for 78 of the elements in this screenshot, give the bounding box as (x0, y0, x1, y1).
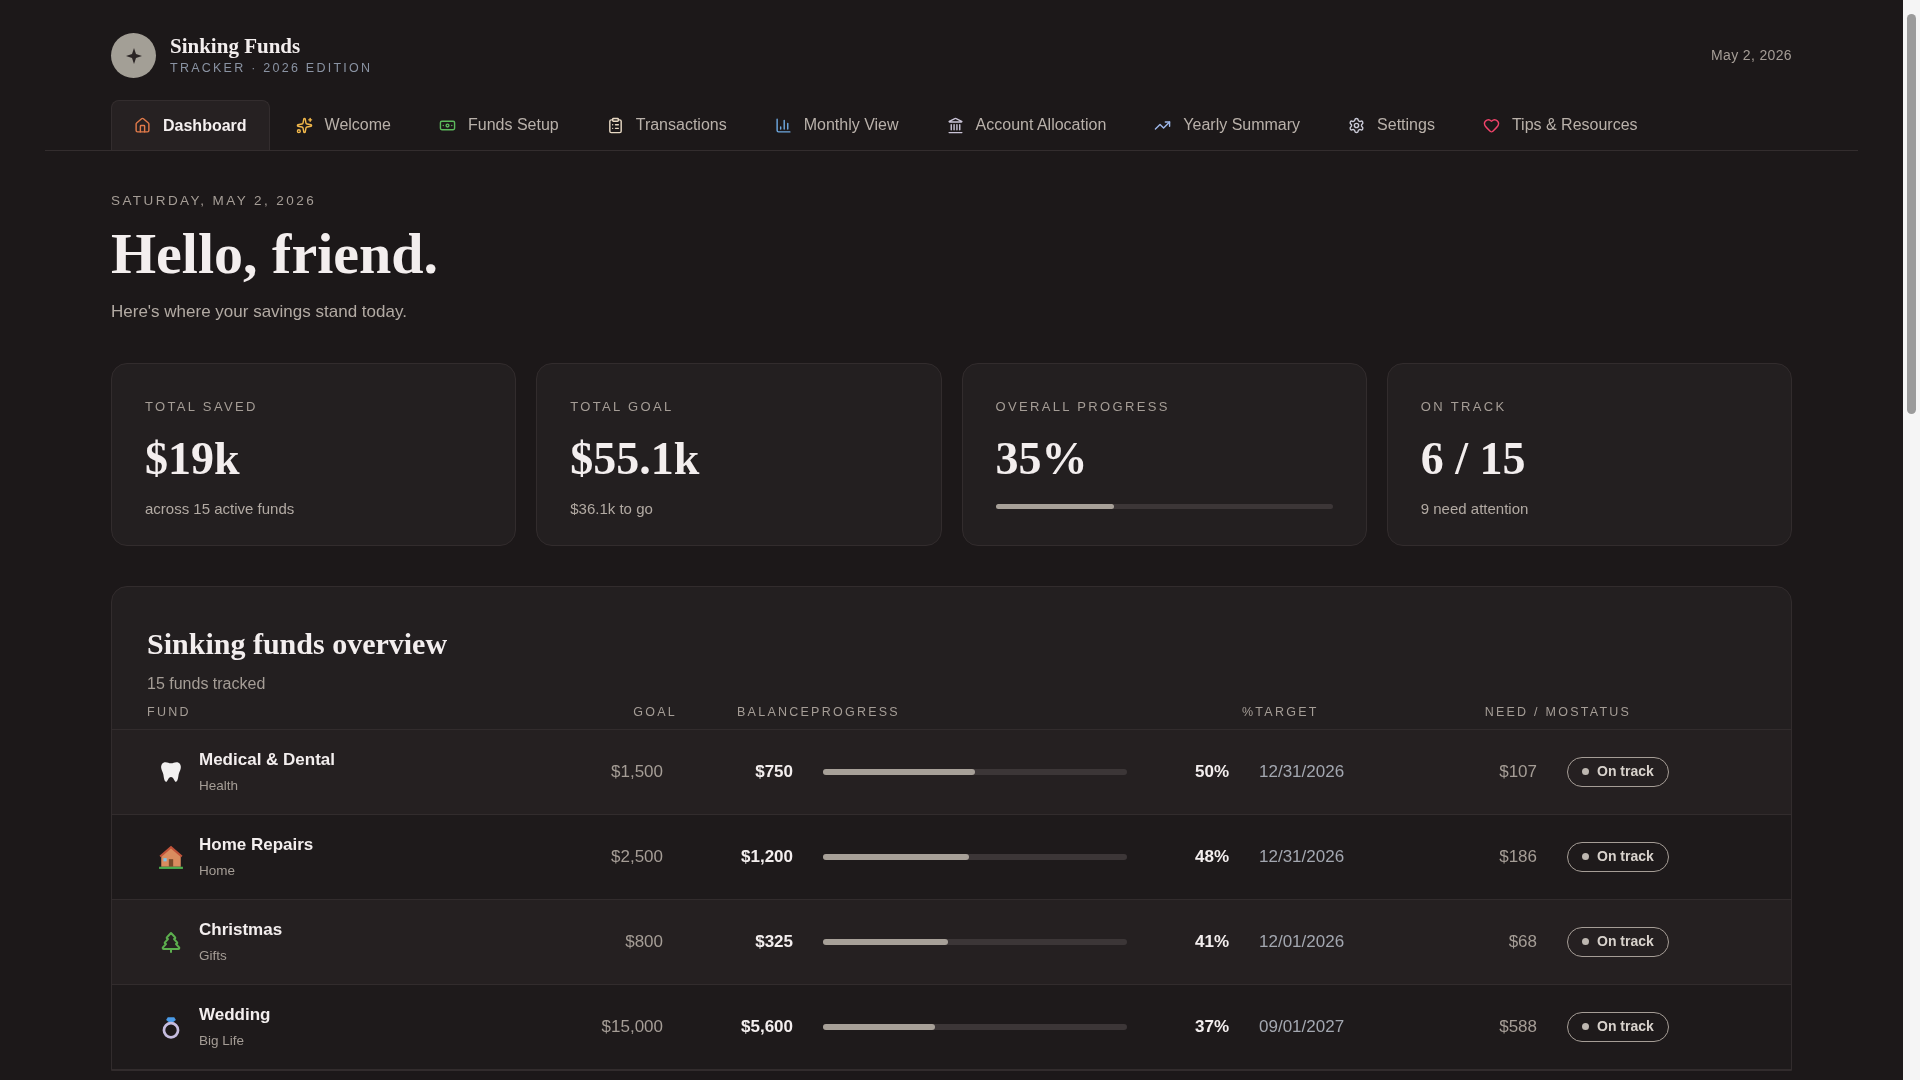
fund-name: Home Repairs (199, 833, 314, 856)
stat-note: across 15 active funds (145, 499, 296, 520)
stat-note: $36.1k to go (570, 499, 654, 520)
fund-name: Wedding (199, 1003, 271, 1026)
scrollbar[interactable] (1903, 0, 1920, 1080)
tree-icon (159, 929, 183, 954)
greeting-heading: Hello, friend. (111, 225, 439, 284)
column-header: GOAL (632, 703, 677, 721)
nav-tab[interactable]: Welcome (273, 100, 413, 150)
fund-category: Gifts (199, 947, 228, 966)
nav-tab[interactable]: Dashboard (111, 100, 270, 150)
scrollbar-thumb[interactable] (1907, 14, 1916, 414)
house-icon (158, 843, 184, 870)
goal-amount: $15,000 (600, 1016, 663, 1038)
nav-tab[interactable]: Tips & Resources (1460, 100, 1660, 150)
stat-value: $55.1k (570, 436, 701, 483)
goal-amount: $1,500 (610, 761, 663, 783)
stat-value: 35% (995, 436, 1089, 483)
column-header: PROGRESS (811, 703, 900, 721)
column-header: BALANCE (737, 703, 812, 721)
balance-amount: $325 (754, 931, 793, 953)
balance-amount: $750 (754, 761, 793, 783)
nav-tab[interactable]: Monthly View (752, 100, 921, 150)
balance-amount: $1,200 (740, 846, 793, 868)
percent-value: 50% (1193, 761, 1229, 783)
stat-label: ON TRACK (1420, 397, 1508, 416)
nav-tab[interactable]: Funds Setup (416, 100, 581, 150)
fund-category: Home (199, 862, 236, 881)
stat-value: $19k (145, 436, 241, 483)
percent-value: 41% (1193, 931, 1229, 953)
app-subtitle: TRACKER · 2026 EDITION (170, 60, 373, 78)
fund-name: Medical & Dental (199, 748, 336, 771)
clipboard-icon (606, 116, 624, 134)
need-amount: $186 (1498, 846, 1537, 868)
app-title: Sinking Funds (170, 33, 302, 60)
column-header: TARGET (1255, 703, 1319, 721)
target-date: 09/01/2027 (1258, 1016, 1346, 1038)
goal-amount: $800 (624, 931, 663, 953)
fund-category: Health (199, 777, 240, 796)
header-date: May 2, 2026 (1711, 46, 1792, 65)
need-amount: $68 (1507, 931, 1537, 953)
percent-value: 48% (1193, 846, 1229, 868)
goal-amount: $2,500 (610, 846, 663, 868)
fund-category: Big Life (199, 1032, 246, 1051)
stat-label: TOTAL SAVED (145, 397, 259, 416)
stat-label: TOTAL GOAL (570, 397, 675, 416)
nav-tab[interactable]: Transactions (584, 100, 749, 150)
target-date: 12/31/2026 (1258, 846, 1346, 868)
column-header: NEED / MO (1484, 703, 1571, 721)
target-date: 12/01/2026 (1258, 931, 1346, 953)
nav-tab[interactable]: Account Allocation (924, 100, 1129, 150)
greeting-subtitle: Here's where your savings stand today. (111, 301, 408, 324)
stat-note: 9 need attention (1420, 499, 1530, 520)
settings-icon (1348, 116, 1366, 134)
fund-row[interactable]: Home Repairs Home $2,500 $1,200 48% 12/31/2026 $186 On track (112, 814, 1791, 900)
heart-icon (1482, 116, 1500, 134)
column-header: STATUS (1570, 703, 1632, 721)
stat-label: OVERALL PROGRESS (995, 397, 1171, 416)
panel-subtitle: 15 funds tracked (147, 673, 267, 694)
need-amount: $588 (1498, 1016, 1537, 1038)
stat-value: 6 / 15 (1420, 436, 1527, 483)
need-amount: $107 (1498, 761, 1537, 783)
sparkles-icon (295, 116, 313, 134)
percent-value: 37% (1193, 1016, 1229, 1038)
target-date: 12/31/2026 (1258, 761, 1346, 783)
bar-chart-icon (774, 116, 792, 134)
nav-tab[interactable]: Yearly Summary (1132, 100, 1323, 150)
nav-tab[interactable]: Settings (1326, 100, 1457, 150)
fund-row[interactable]: Wedding Big Life $15,000 $5,600 37% 09/01/2027 $588 On track (112, 984, 1791, 1070)
date-label: SATURDAY, MAY 2, 2026 (111, 192, 318, 210)
sparkle-icon (125, 47, 142, 64)
house-icon (134, 117, 151, 134)
column-header: FUND (147, 703, 192, 721)
bank-icon (946, 116, 964, 134)
balance-amount: $5,600 (740, 1016, 793, 1038)
fund-name: Christmas (199, 918, 283, 941)
column-header: % (1241, 703, 1256, 721)
panel-title: Sinking funds overview (147, 625, 449, 662)
